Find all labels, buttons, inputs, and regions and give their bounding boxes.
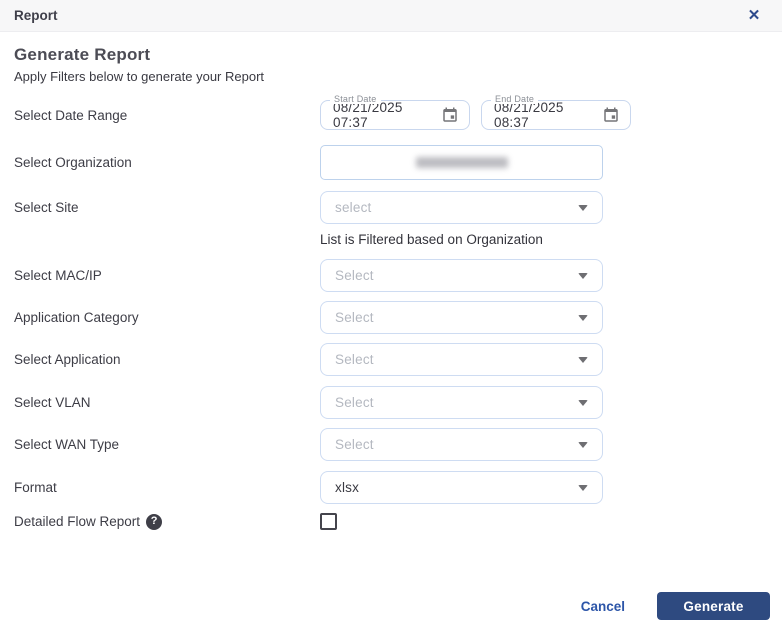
close-icon[interactable]: ✕ [742,4,766,28]
application-category-row: Application Category Select [14,301,782,334]
start-date-calendar-button[interactable] [439,104,461,126]
date-range-row: Select Date Range Start Date 08/21/2025 … [14,100,782,130]
detailed-flow-checkbox[interactable] [320,513,337,530]
cancel-button[interactable]: Cancel [581,599,625,614]
format-select[interactable]: xlsx [320,471,603,504]
application-select-placeholder: Select [335,352,374,367]
dialog-title: Report [14,8,58,23]
calendar-icon [441,106,459,124]
chevron-down-icon [578,485,588,491]
end-date-floating-label: End Date [491,94,538,104]
end-date-field[interactable]: End Date 08/21/2025 08:37 [481,100,631,130]
mac-ip-select[interactable]: Select [320,259,603,292]
detailed-flow-label-group: Detailed Flow Report ? [14,514,320,530]
organization-value-redacted [416,157,508,168]
dialog-body: Generate Report Apply Filters below to g… [0,32,782,530]
chevron-down-icon [578,400,588,406]
chevron-down-icon [578,442,588,448]
chevron-down-icon [578,357,588,363]
site-select-placeholder: select [335,200,371,215]
organization-row: Select Organization [14,145,782,180]
detailed-flow-label: Detailed Flow Report [14,514,140,529]
chevron-down-icon [578,315,588,321]
start-date-field[interactable]: Start Date 08/21/2025 07:37 [320,100,470,130]
report-filter-form: Select Date Range Start Date 08/21/2025 … [14,100,782,530]
format-row: Format xlsx [14,471,782,504]
dialog-header: Report ✕ [0,0,782,32]
application-category-label: Application Category [14,310,320,325]
help-icon[interactable]: ? [146,514,162,530]
wan-type-label: Select WAN Type [14,437,320,452]
generate-report-dialog: Report ✕ Generate Report Apply Filters b… [0,0,782,625]
page-title: Generate Report [14,45,782,65]
start-date-floating-label: Start Date [330,94,381,104]
end-date-calendar-button[interactable] [600,104,622,126]
application-category-select[interactable]: Select [320,301,603,334]
format-select-value: xlsx [335,480,359,495]
date-range-label: Select Date Range [14,108,320,123]
calendar-icon [602,106,620,124]
site-helper-text: List is Filtered based on Organization [320,232,603,247]
dialog-footer: Cancel Generate [581,592,770,620]
application-label: Select Application [14,352,320,367]
chevron-down-icon [578,273,588,279]
application-category-select-placeholder: Select [335,310,374,325]
end-date-value[interactable]: 08/21/2025 08:37 [494,100,600,130]
vlan-select-placeholder: Select [335,395,374,410]
format-label: Format [14,480,320,495]
mac-ip-label: Select MAC/IP [14,268,320,283]
application-select[interactable]: Select [320,343,603,376]
wan-type-row: Select WAN Type Select [14,428,782,461]
mac-ip-select-placeholder: Select [335,268,374,283]
vlan-label: Select VLAN [14,395,320,410]
mac-ip-row: Select MAC/IP Select [14,259,782,292]
wan-type-select-placeholder: Select [335,437,374,452]
site-label: Select Site [14,191,320,224]
organization-input[interactable] [320,145,603,180]
generate-button[interactable]: Generate [657,592,770,620]
chevron-down-icon [578,205,588,211]
page-subtitle: Apply Filters below to generate your Rep… [14,69,782,84]
detailed-flow-row: Detailed Flow Report ? [14,513,782,530]
site-row: Select Site select List is Filtered base… [14,191,782,247]
vlan-row: Select VLAN Select [14,386,782,419]
organization-label: Select Organization [14,155,320,170]
wan-type-select[interactable]: Select [320,428,603,461]
site-select[interactable]: select [320,191,603,224]
vlan-select[interactable]: Select [320,386,603,419]
start-date-value[interactable]: 08/21/2025 07:37 [333,100,439,130]
application-row: Select Application Select [14,343,782,376]
